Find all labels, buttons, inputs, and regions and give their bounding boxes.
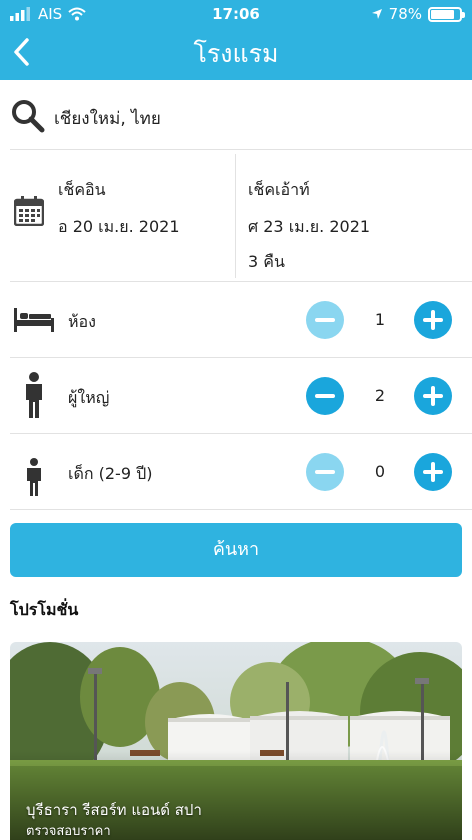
child-person-icon — [27, 458, 41, 496]
status-bar: AIS 17:06 78% — [0, 0, 472, 28]
rooms-count: 1 — [374, 310, 386, 329]
adults-label: ผู้ใหญ่ — [68, 388, 110, 407]
rooms-label: ห้อง — [68, 312, 96, 331]
promotion-subtitle: ตรวจสอบราคา — [26, 824, 111, 839]
rooms-increment-button[interactable] — [414, 301, 452, 339]
checkin-label: เช็คอิน — [58, 180, 106, 199]
children-counter: เด็ก (2-9 ปี) 0 — [10, 434, 472, 510]
checkin-date-button[interactable]: เช็คอิน อ 20 เม.ย. 2021 — [58, 178, 180, 250]
location-arrow-icon — [371, 9, 382, 19]
battery-percent: 78% — [388, 5, 422, 23]
rooms-counter: ห้อง 1 — [10, 282, 472, 358]
children-count: 0 — [374, 462, 386, 481]
children-decrement-button[interactable] — [306, 453, 344, 491]
header-bar: AIS 17:06 78% โรงแรม — [0, 0, 472, 80]
minus-icon — [315, 470, 335, 474]
nights-count: 3 คืน — [248, 252, 285, 271]
promotion-name: บุรีธารา รีสอร์ท แอนด์ สปา — [26, 801, 202, 819]
date-picker: เช็คอิน อ 20 เม.ย. 2021 เช็คเอ้าท์ ศ 23 … — [10, 150, 472, 282]
checkin-value: อ 20 เม.ย. 2021 — [58, 217, 180, 236]
children-increment-button[interactable] — [414, 453, 452, 491]
adults-decrement-button[interactable] — [306, 377, 344, 415]
promotions-heading: โปรโมชั่น — [10, 600, 79, 619]
adults-increment-button[interactable] — [414, 377, 452, 415]
checkout-label: เช็คเอ้าท์ — [248, 180, 310, 199]
location-value: เชียงใหม่, ไทย — [54, 109, 161, 129]
checkout-value: ศ 23 เม.ย. 2021 — [248, 217, 371, 236]
adult-person-icon — [26, 372, 42, 418]
search-icon — [12, 100, 45, 133]
minus-icon — [315, 318, 335, 322]
location-search-field[interactable]: เชียงใหม่, ไทย — [10, 80, 472, 150]
adults-count: 2 — [374, 386, 386, 405]
calendar-icon — [14, 196, 44, 226]
date-divider — [235, 154, 236, 278]
rooms-decrement-button[interactable] — [306, 301, 344, 339]
promotion-card[interactable]: บุรีธารา รีสอร์ท แอนด์ สปา ตรวจสอบราคา — [10, 642, 462, 840]
children-label: เด็ก (2-9 ปี) — [68, 464, 153, 483]
adults-counter: ผู้ใหญ่ 2 — [10, 358, 472, 434]
search-button[interactable]: ค้นหา — [10, 523, 462, 577]
checkout-date-button[interactable]: เช็คเอ้าท์ ศ 23 เม.ย. 2021 3 คืน — [248, 178, 370, 285]
minus-icon — [315, 394, 335, 398]
battery-icon — [428, 6, 465, 22]
page-title: โรงแรม — [193, 39, 279, 68]
bed-icon — [14, 308, 54, 332]
